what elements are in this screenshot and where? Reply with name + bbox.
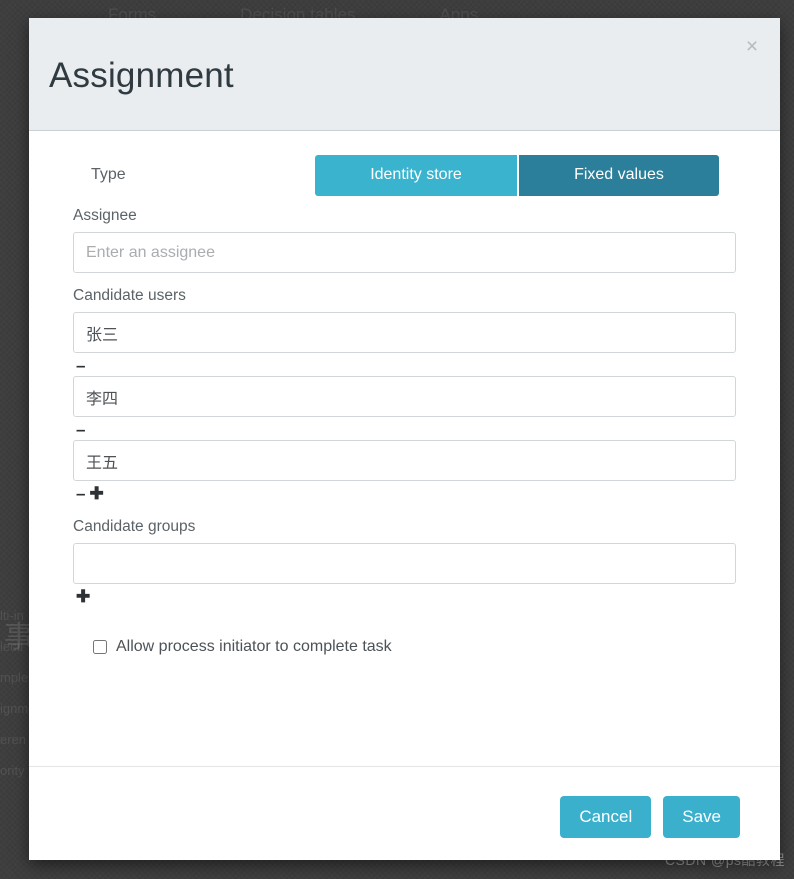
type-option-identity-store[interactable]: Identity store bbox=[315, 154, 517, 196]
modal-footer: Cancel Save bbox=[29, 766, 780, 860]
candidate-user-row: – ✚ bbox=[73, 440, 736, 504]
candidate-user-input[interactable] bbox=[73, 376, 736, 417]
candidate-user-row: – bbox=[73, 312, 736, 376]
initiator-checkbox[interactable] bbox=[93, 640, 107, 654]
initiator-checkbox-label: Allow process initiator to complete task bbox=[116, 638, 392, 655]
assignee-input[interactable] bbox=[73, 232, 736, 273]
candidate-user-input[interactable] bbox=[73, 440, 736, 481]
candidate-user-row: – bbox=[73, 376, 736, 440]
add-icon[interactable]: ✚ bbox=[76, 588, 90, 605]
save-button[interactable]: Save bbox=[663, 796, 740, 838]
type-label: Type bbox=[91, 166, 126, 183]
assignee-label: Assignee bbox=[73, 207, 137, 224]
candidate-group-row: ✚ bbox=[73, 543, 736, 607]
candidate-user-row-actions: – bbox=[73, 418, 736, 440]
candidate-user-row-actions: – ✚ bbox=[73, 482, 736, 504]
candidate-user-input[interactable] bbox=[73, 312, 736, 353]
candidate-users-label: Candidate users bbox=[73, 287, 186, 304]
candidate-group-row-actions: ✚ bbox=[73, 585, 736, 607]
candidate-groups-label: Candidate groups bbox=[73, 518, 196, 535]
remove-icon[interactable]: – bbox=[76, 357, 86, 374]
remove-icon[interactable]: – bbox=[76, 421, 86, 438]
page-title: Assignment bbox=[49, 56, 234, 95]
modal-header: Assignment × bbox=[29, 18, 780, 131]
type-toggle-group: Identity store Fixed values bbox=[315, 154, 719, 196]
add-icon[interactable]: ✚ bbox=[89, 485, 103, 502]
initiator-checkbox-row[interactable]: Allow process initiator to complete task bbox=[73, 638, 736, 656]
candidate-group-input[interactable] bbox=[73, 543, 736, 584]
assignment-modal: Assignment × Type Identity store Fixed v… bbox=[29, 18, 780, 860]
remove-icon[interactable]: – bbox=[76, 485, 86, 502]
candidate-user-row-actions: – bbox=[73, 354, 736, 376]
modal-body: Type Identity store Fixed values Assigne… bbox=[29, 131, 780, 766]
type-option-fixed-values[interactable]: Fixed values bbox=[517, 154, 719, 196]
cancel-button[interactable]: Cancel bbox=[560, 796, 652, 838]
type-row: Type Identity store Fixed values bbox=[73, 131, 736, 196]
close-icon[interactable]: × bbox=[738, 32, 766, 60]
